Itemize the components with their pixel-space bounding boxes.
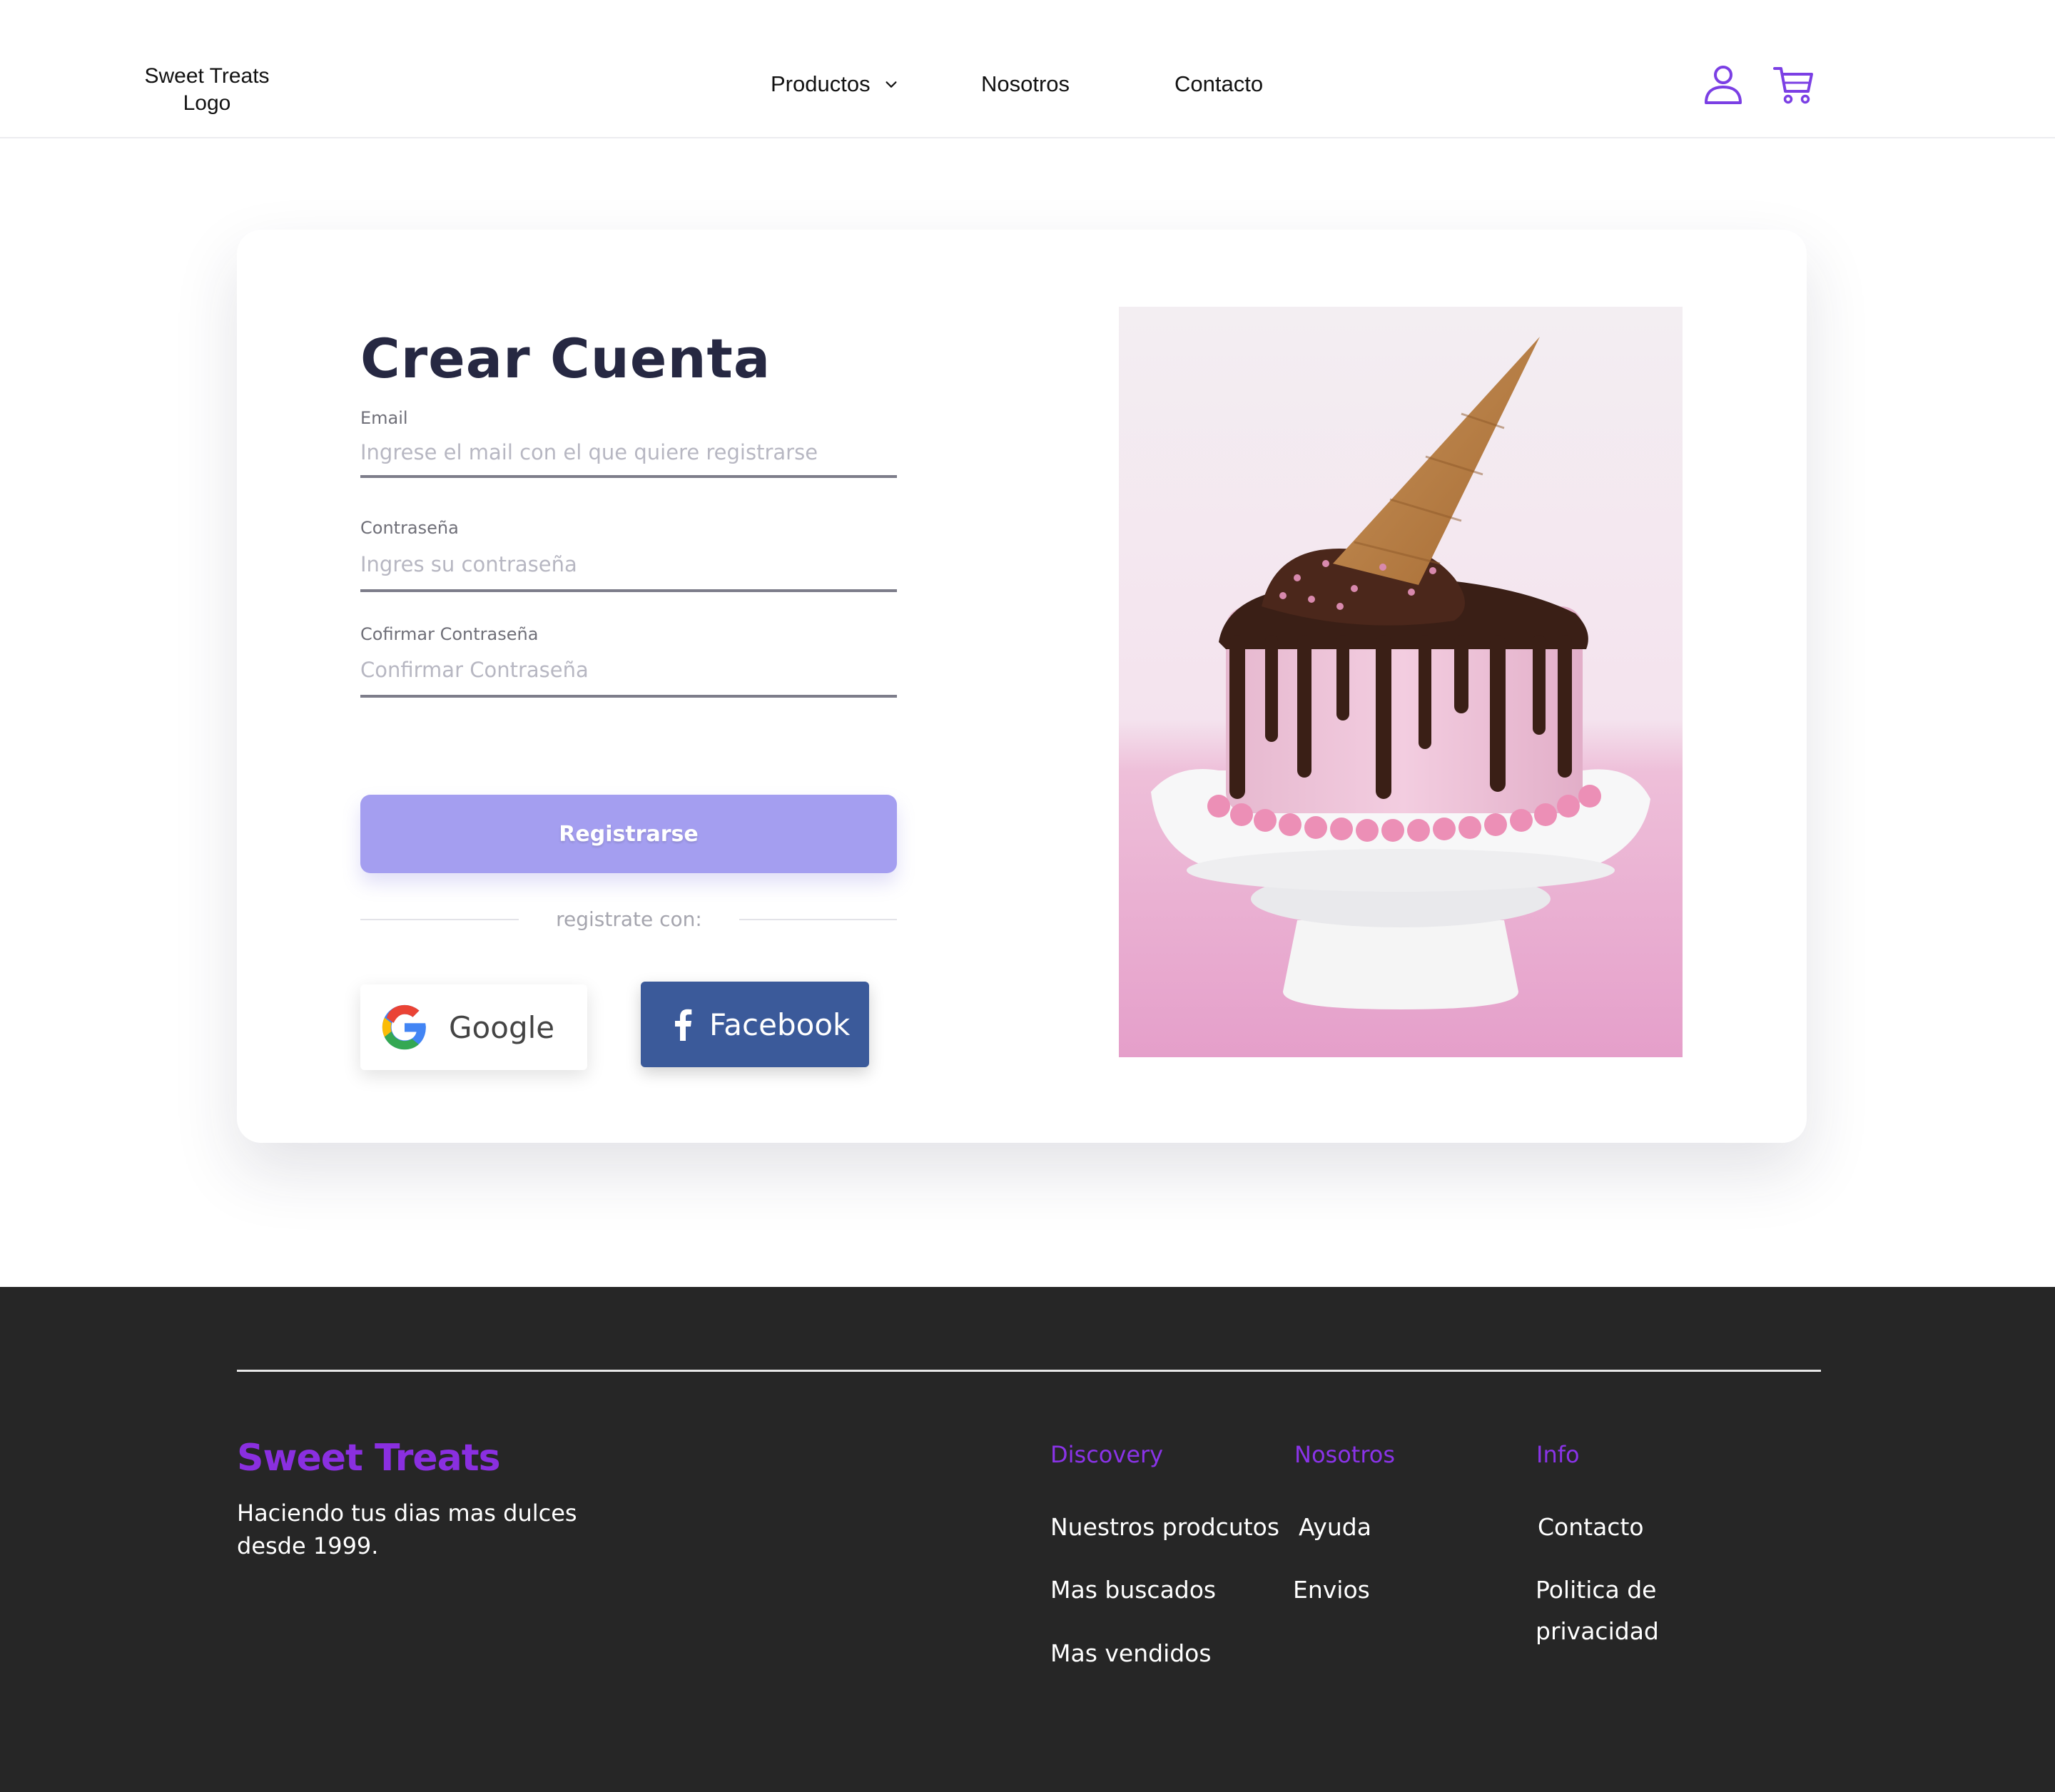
site-logo[interactable]: Sweet Treats Logo: [136, 63, 278, 117]
footer-brand: Sweet Treats: [237, 1437, 501, 1480]
footer-link-mas-vendidos[interactable]: Mas vendidos: [1050, 1633, 1212, 1674]
logo-line-1: Sweet Treats: [144, 64, 270, 88]
google-signup-button[interactable]: Google: [360, 984, 587, 1070]
footer-heading-discovery: Discovery: [1050, 1441, 1164, 1468]
nav-productos[interactable]: Productos: [771, 71, 899, 97]
divider-text: registrate con:: [556, 907, 702, 931]
footer-divider: [237, 1370, 1821, 1372]
footer-link-ayuda[interactable]: Ayuda: [1299, 1507, 1371, 1548]
footer-heading-info: Info: [1536, 1441, 1580, 1468]
footer-heading-nosotros: Nosotros: [1294, 1441, 1396, 1468]
email-field[interactable]: [360, 437, 897, 478]
nav-nosotros[interactable]: Nosotros: [981, 71, 1070, 97]
user-icon[interactable]: [1702, 63, 1745, 106]
facebook-label: Facebook: [709, 1007, 851, 1042]
footer-link-nuestros-productos[interactable]: Nuestros prodcutos: [1050, 1507, 1279, 1548]
confirm-password-field[interactable]: [360, 652, 897, 698]
google-label: Google: [449, 1009, 555, 1045]
page-title: Crear Cuenta: [360, 327, 771, 390]
facebook-signup-button[interactable]: Facebook: [641, 982, 869, 1067]
nav-productos-label: Productos: [771, 71, 871, 96]
footer-link-contacto[interactable]: Contacto: [1538, 1507, 1644, 1548]
google-icon: [382, 1004, 426, 1050]
footer-link-envios[interactable]: Envios: [1293, 1569, 1370, 1611]
nav-contacto[interactable]: Contacto: [1174, 71, 1263, 97]
facebook-icon: [675, 1009, 692, 1041]
password-label: Contraseña: [360, 518, 459, 538]
footer-link-politica-privacidad[interactable]: Politica de privacidad: [1536, 1569, 1678, 1652]
signup-card: Crear Cuenta Email Contraseña Cofirmar C…: [237, 230, 1807, 1143]
footer-tagline: Haciendo tus dias mas dulces desde 1999.: [237, 1500, 577, 1559]
confirm-password-label: Cofirmar Contraseña: [360, 624, 539, 644]
register-button[interactable]: Registrarse: [360, 795, 897, 873]
cart-icon[interactable]: [1772, 63, 1815, 106]
divider-left: [360, 919, 519, 920]
footer-link-mas-buscados[interactable]: Mas buscados: [1050, 1569, 1216, 1611]
cake-image: [1119, 307, 1683, 1057]
password-field[interactable]: [360, 546, 897, 592]
email-label: Email: [360, 408, 408, 428]
site-header: Sweet Treats Logo Productos Nosotros Con…: [0, 0, 2055, 138]
chevron-down-icon: [886, 81, 897, 88]
site-footer: Sweet Treats Haciendo tus dias mas dulce…: [0, 1287, 2055, 1792]
divider-right: [739, 919, 897, 920]
logo-line-2: Logo: [183, 91, 231, 115]
